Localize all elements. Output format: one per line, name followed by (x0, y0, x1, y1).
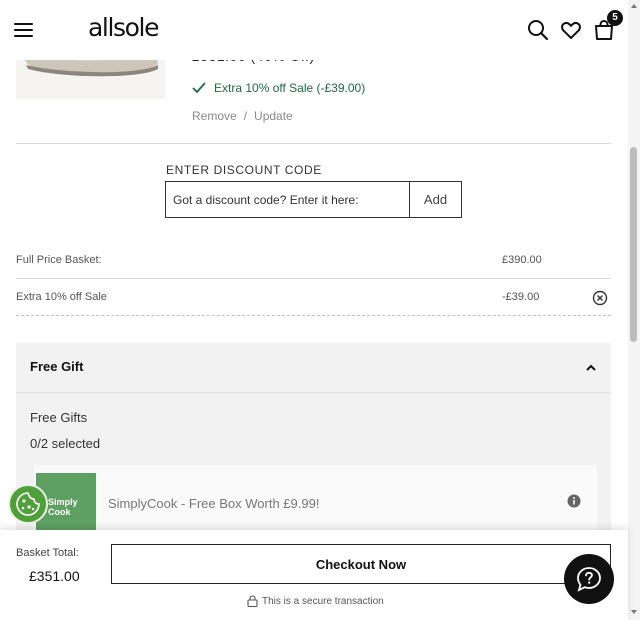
product-image[interactable] (16, 54, 165, 99)
chat-help-button[interactable] (564, 554, 614, 604)
free-gift-toggle[interactable]: Free Gift (16, 343, 611, 393)
info-icon[interactable] (567, 494, 581, 508)
heart-icon[interactable] (559, 18, 583, 42)
free-gifts-subtitle: Free Gifts (30, 410, 88, 425)
page-scrollbar[interactable] (628, 0, 640, 620)
scroll-up-arrow-icon[interactable] (630, 2, 638, 10)
update-link[interactable]: Update (254, 109, 293, 123)
section-divider (16, 143, 611, 144)
secure-transaction-text: This is a secure transaction (262, 595, 384, 607)
action-separator: / (243, 109, 248, 123)
summary-dashed-divider (16, 315, 611, 316)
lock-icon (247, 595, 258, 607)
remove-circle-icon[interactable] (592, 290, 608, 306)
secure-transaction-note: This is a secure transaction (247, 595, 384, 607)
sale-discount-value: -£39.00 (502, 291, 540, 303)
full-price-value: £390.00 (502, 254, 542, 266)
discount-form: Add (165, 181, 462, 218)
product-actions: Remove / Update (192, 109, 293, 123)
full-price-label: Full Price Basket: (16, 254, 102, 266)
checkout-bar: Basket Total: £351.00 Checkout Now This … (0, 530, 628, 620)
remove-link[interactable]: Remove (192, 109, 237, 123)
discount-heading: ENTER DISCOUNT CODE (166, 163, 322, 177)
scrollbar-thumb[interactable] (630, 147, 637, 342)
free-gift-title: Free Gift (30, 359, 84, 374)
cookie-icon (16, 492, 40, 516)
sale-discount-text: Extra 10% off Sale (-£39.00) (214, 81, 366, 95)
chevron-up-icon (586, 364, 596, 371)
check-icon (192, 82, 206, 94)
discount-code-input[interactable] (166, 182, 409, 217)
checkout-now-button[interactable]: Checkout Now (111, 544, 611, 584)
basket-total-value: £351.00 (29, 568, 80, 584)
free-gift-item-name: SimplyCook - Free Box Worth £9.99! (108, 496, 320, 511)
sale-discount-label: Extra 10% off Sale (16, 291, 107, 303)
cookie-settings-button[interactable] (8, 484, 48, 524)
free-gift-panel: Free Gift Free Gifts 0/2 selected Simply… (16, 343, 611, 543)
summary-divider (16, 278, 611, 279)
site-logo[interactable]: allsole (88, 13, 159, 42)
chat-help-icon (577, 567, 601, 592)
menu-icon[interactable] (14, 22, 33, 38)
free-gifts-selected-count: 0/2 selected (30, 436, 101, 451)
search-icon[interactable] (526, 18, 550, 42)
simplycook-logo-text: Simply Cook (48, 497, 78, 517)
bag-count-badge: 5 (607, 10, 623, 26)
basket-total-label: Basket Total: (16, 547, 79, 559)
add-discount-button[interactable]: Add (409, 182, 461, 217)
scroll-down-arrow-icon[interactable] (630, 608, 638, 616)
site-header: allsole 5 (0, 0, 628, 60)
sale-discount-line: Extra 10% off Sale (-£39.00) (192, 81, 365, 95)
